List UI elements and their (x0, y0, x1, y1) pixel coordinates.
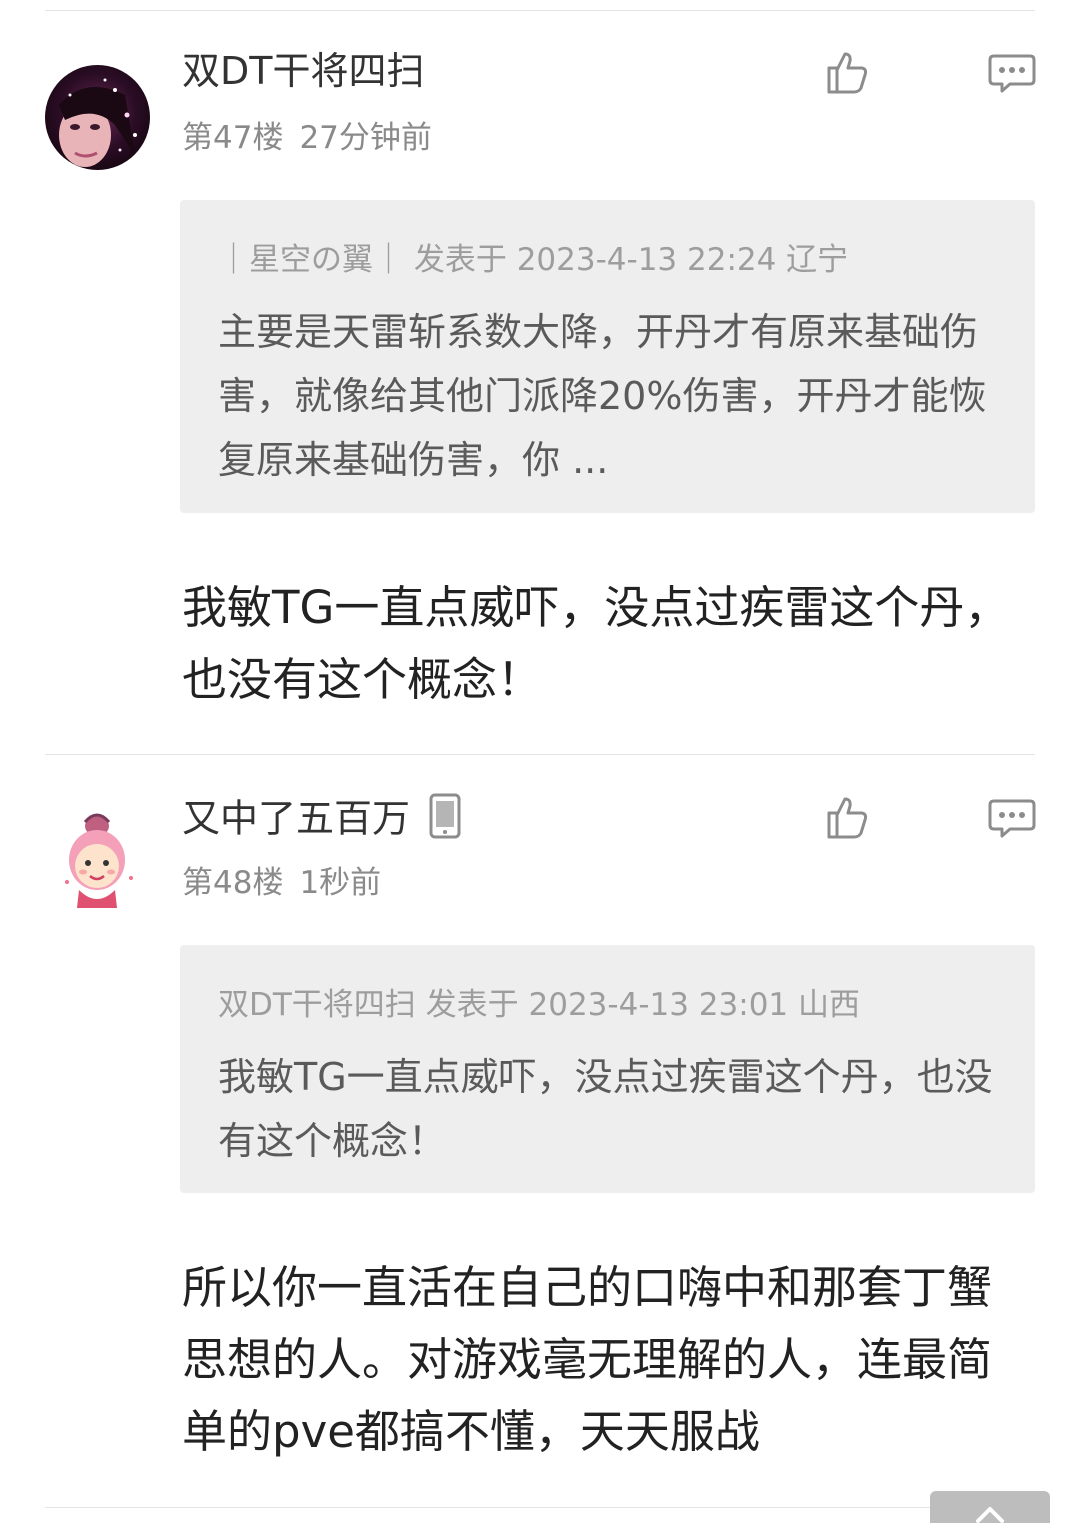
chevron-up-icon (976, 1507, 1004, 1523)
comment-content: 我敏TG一直点威吓，没点过疾雷这个丹，也没有这个概念！ (182, 581, 1010, 706)
user-avatar[interactable] (45, 808, 150, 913)
post-meta: 第48楼 1秒前 (182, 863, 381, 903)
user-avatar[interactable] (45, 65, 150, 170)
scroll-to-top-button[interactable] (930, 1491, 1050, 1523)
post-time: 27分钟前 (299, 120, 432, 156)
quoted-reply: 双DT干将四扫 发表于 2023-4-13 23:01 山西 我敏TG一直点威吓… (180, 945, 1035, 1193)
username[interactable]: 双DT干将四扫 (182, 48, 424, 94)
floor-number: 第48楼 (182, 865, 284, 901)
quote-header: 双DT干将四扫 发表于 2023-4-13 23:01 山西 (218, 987, 860, 1023)
quote-text: 主要是天雷斩系数大降，开丹才有原来基础伤害，就像给其他门派降20%伤害，开丹才能… (218, 310, 987, 482)
comment-bubble-icon[interactable] (988, 793, 1036, 841)
quote-text: 我敏TG一直点威吓，没点过疾雷这个丹，也没有这个概念！ (218, 1055, 993, 1163)
comment-thread: 双DT干将四扫 第47楼 27分钟前 ｜星空の翼｜ 发表于 2023-4-13 2… (0, 0, 1072, 1523)
floor-number: 第47楼 (182, 120, 284, 156)
username-text[interactable]: 又中了五百万 (182, 797, 410, 841)
username[interactable]: 又中了五百万 (182, 793, 462, 849)
post-meta: 第47楼 27分钟前 (182, 118, 432, 158)
quote-header: ｜星空の翼｜ 发表于 2023-4-13 22:24 辽宁 (218, 242, 849, 278)
comment-content: 所以你一直活在自己的口嗨中和那套丁蟹思想的人。对游戏毫无理解的人，连最简单的pv… (182, 1261, 993, 1458)
thumbs-up-icon[interactable] (823, 793, 871, 841)
mobile-phone-icon (428, 793, 462, 849)
comment-bubble-icon[interactable] (988, 48, 1036, 96)
post-time: 1秒前 (299, 865, 382, 901)
thumbs-up-icon[interactable] (823, 48, 871, 96)
divider (45, 754, 1035, 755)
divider (45, 10, 1035, 11)
quoted-reply: ｜星空の翼｜ 发表于 2023-4-13 22:24 辽宁 主要是天雷斩系数大降… (180, 200, 1035, 513)
divider (45, 1507, 1035, 1508)
